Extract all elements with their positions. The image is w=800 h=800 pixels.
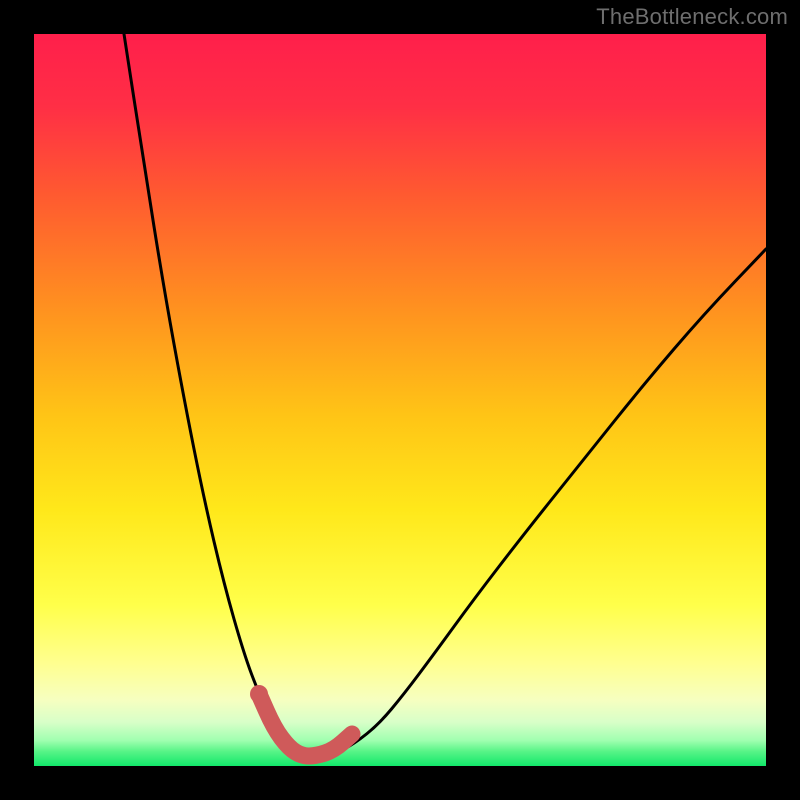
- highlight-dot: [250, 685, 268, 703]
- gradient-background: [34, 34, 766, 766]
- watermark-text: TheBottleneck.com: [596, 4, 788, 30]
- chart-frame: TheBottleneck.com: [0, 0, 800, 800]
- plot-area: [34, 34, 766, 766]
- plot-svg: [34, 34, 766, 766]
